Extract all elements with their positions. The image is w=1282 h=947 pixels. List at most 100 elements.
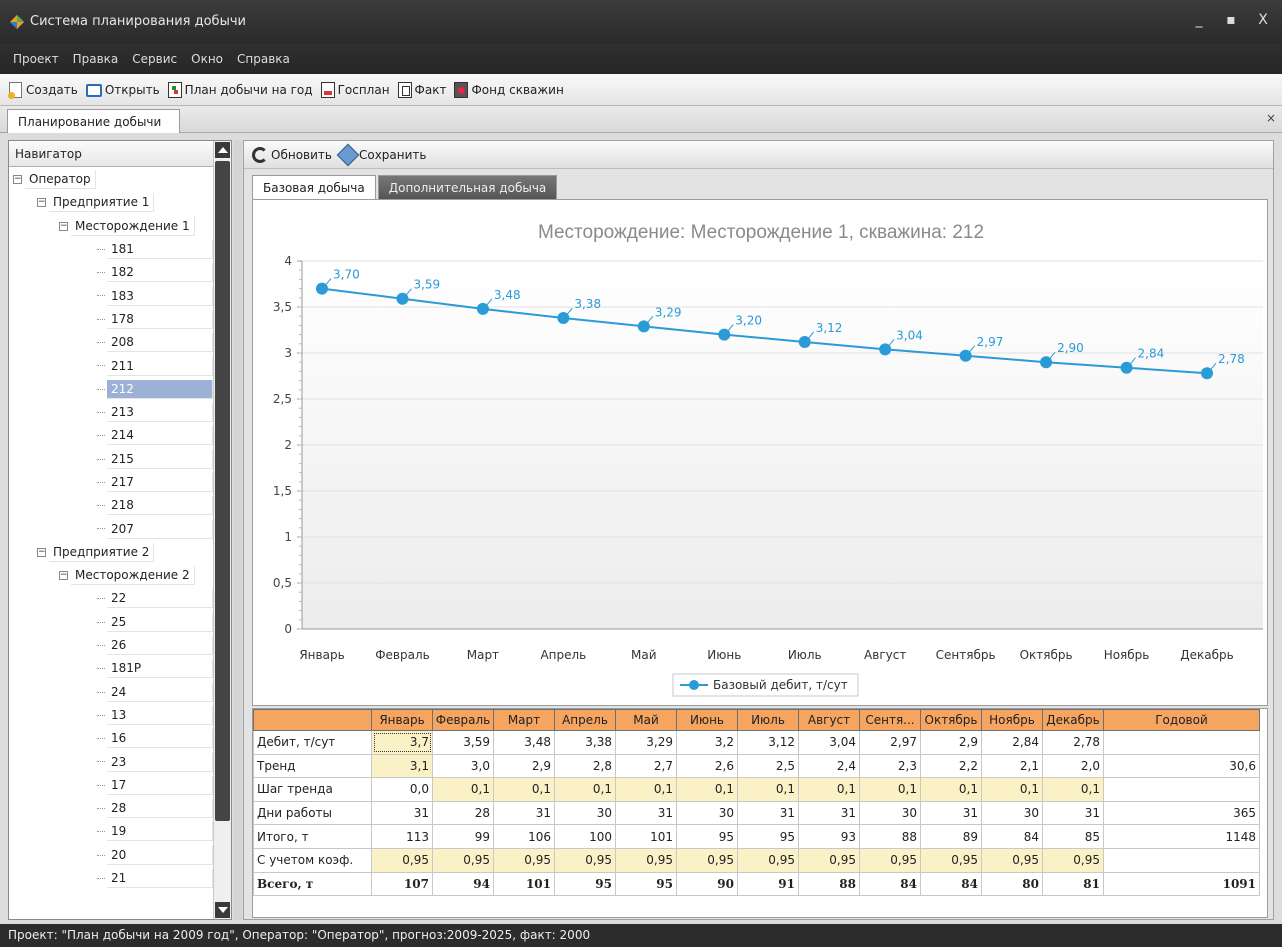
menu-service[interactable]: Сервис: [125, 52, 184, 66]
table-cell[interactable]: 0,1: [859, 777, 921, 802]
tree-leaf[interactable]: 19: [9, 820, 213, 843]
table-cell[interactable]: 113: [371, 824, 433, 849]
table-cell[interactable]: 101: [615, 824, 677, 849]
tree-leaf[interactable]: 207: [9, 517, 213, 540]
tree-leaf[interactable]: 182: [9, 261, 213, 284]
tree-leaf[interactable]: 211: [9, 354, 213, 377]
table-cell[interactable]: 94: [432, 871, 494, 897]
tree-leaf[interactable]: 23: [9, 750, 213, 773]
table-cell[interactable]: 0,95: [676, 847, 738, 873]
table-cell[interactable]: [1103, 730, 1260, 755]
table-cell[interactable]: 0,95: [432, 847, 494, 873]
column-header[interactable]: Годовой: [1103, 709, 1260, 731]
tree-leaf[interactable]: 213: [9, 401, 213, 424]
table-cell[interactable]: 31: [371, 800, 433, 826]
column-header[interactable]: Ноябрь: [981, 709, 1043, 731]
tree-node[interactable]: − Оператор: [9, 168, 213, 191]
tree-leaf[interactable]: 24: [9, 681, 213, 704]
table-cell[interactable]: 0,0: [371, 777, 433, 802]
table-cell[interactable]: 365: [1103, 800, 1260, 826]
table-cell[interactable]: 84: [981, 824, 1043, 849]
tree-leaf[interactable]: 25: [9, 611, 213, 634]
tab-base-production[interactable]: Базовая добыча: [252, 175, 376, 199]
table-cell[interactable]: 0,95: [859, 847, 921, 873]
table-cell[interactable]: 84: [920, 871, 982, 897]
table-cell[interactable]: 0,1: [615, 777, 677, 802]
table-cell[interactable]: 2,2: [920, 753, 982, 779]
table-cell[interactable]: 31: [1042, 800, 1104, 826]
column-header[interactable]: Июль: [737, 709, 799, 731]
table-cell[interactable]: 31: [798, 800, 860, 826]
table-cell[interactable]: 85: [1042, 824, 1104, 849]
tree-leaf[interactable]: 28: [9, 797, 213, 820]
fact-button[interactable]: Факт: [397, 81, 446, 98]
table-cell[interactable]: 88: [798, 871, 860, 897]
tree-leaf[interactable]: 215: [9, 448, 213, 471]
table-cell[interactable]: 2,3: [859, 753, 921, 779]
table-cell[interactable]: 89: [920, 824, 982, 849]
scroll-thumb[interactable]: [215, 161, 230, 821]
table-cell[interactable]: 31: [737, 800, 799, 826]
close-tab-icon[interactable]: ×: [1266, 111, 1276, 125]
tree-leaf[interactable]: 218: [9, 494, 213, 517]
collapse-icon[interactable]: −: [37, 198, 46, 208]
tree-leaf[interactable]: 178: [9, 308, 213, 331]
table-cell[interactable]: 0,95: [737, 847, 799, 873]
tree-leaf[interactable]: 212: [9, 378, 213, 401]
table-cell[interactable]: 0,95: [981, 847, 1043, 873]
tree-leaf[interactable]: 16: [9, 727, 213, 750]
table-cell[interactable]: 106: [493, 824, 555, 849]
table-cell[interactable]: 95: [676, 824, 738, 849]
save-button[interactable]: Сохранить: [336, 143, 426, 166]
refresh-button[interactable]: Обновить: [252, 146, 332, 163]
table-cell[interactable]: 28: [432, 800, 494, 826]
column-header[interactable]: [253, 709, 372, 731]
table-cell[interactable]: 0,95: [920, 847, 982, 873]
table-cell[interactable]: 88: [859, 824, 921, 849]
collapse-icon[interactable]: −: [59, 571, 68, 581]
create-button[interactable]: Создать: [8, 81, 78, 99]
table-cell[interactable]: 3,38: [554, 730, 616, 755]
tree-leaf[interactable]: 21: [9, 867, 213, 890]
column-header[interactable]: Сентя...: [859, 709, 921, 731]
table-cell[interactable]: 81: [1042, 871, 1104, 897]
table-cell[interactable]: 0,1: [676, 777, 738, 802]
table-cell[interactable]: 1091: [1103, 871, 1260, 897]
table-cell[interactable]: 93: [798, 824, 860, 849]
tree-node[interactable]: − Предприятие 1: [9, 191, 213, 214]
menu-project[interactable]: Проект: [6, 52, 66, 66]
table-cell[interactable]: 0,95: [798, 847, 860, 873]
tree-leaf[interactable]: 181: [9, 238, 213, 261]
table-cell[interactable]: 84: [859, 871, 921, 897]
gosplan-button[interactable]: Госплан: [320, 81, 390, 98]
table-cell[interactable]: 0,95: [554, 847, 616, 873]
collapse-icon[interactable]: −: [37, 547, 46, 557]
menu-edit[interactable]: Правка: [66, 52, 126, 66]
table-cell[interactable]: 2,84: [981, 730, 1043, 755]
panel-splitter[interactable]: [234, 140, 242, 920]
table-cell[interactable]: 0,95: [1042, 847, 1104, 873]
scroll-up-icon[interactable]: [215, 142, 230, 158]
table-cell[interactable]: 0,1: [981, 777, 1043, 802]
scroll-down-icon[interactable]: [215, 902, 230, 918]
table-cell[interactable]: 2,5: [737, 753, 799, 779]
tree-leaf[interactable]: 214: [9, 424, 213, 447]
column-header[interactable]: Октябрь: [920, 709, 982, 731]
column-header[interactable]: Апрель: [554, 709, 616, 731]
table-cell[interactable]: 3,1: [371, 753, 433, 779]
tree-leaf[interactable]: 208: [9, 331, 213, 354]
table-cell[interactable]: 2,7: [615, 753, 677, 779]
navigator-scrollbar[interactable]: [213, 141, 231, 919]
collapse-icon[interactable]: −: [59, 221, 68, 231]
tree-leaf[interactable]: 26: [9, 634, 213, 657]
column-header[interactable]: Декабрь: [1042, 709, 1104, 731]
table-cell[interactable]: 0,1: [554, 777, 616, 802]
table-cell[interactable]: 0,1: [737, 777, 799, 802]
table-cell[interactable]: 31: [493, 800, 555, 826]
table-cell[interactable]: 2,8: [554, 753, 616, 779]
table-cell[interactable]: 80: [981, 871, 1043, 897]
table-cell[interactable]: 30: [981, 800, 1043, 826]
table-cell[interactable]: 0,1: [493, 777, 555, 802]
tree-node[interactable]: − Месторождение 2: [9, 564, 213, 587]
table-cell[interactable]: 90: [676, 871, 738, 897]
